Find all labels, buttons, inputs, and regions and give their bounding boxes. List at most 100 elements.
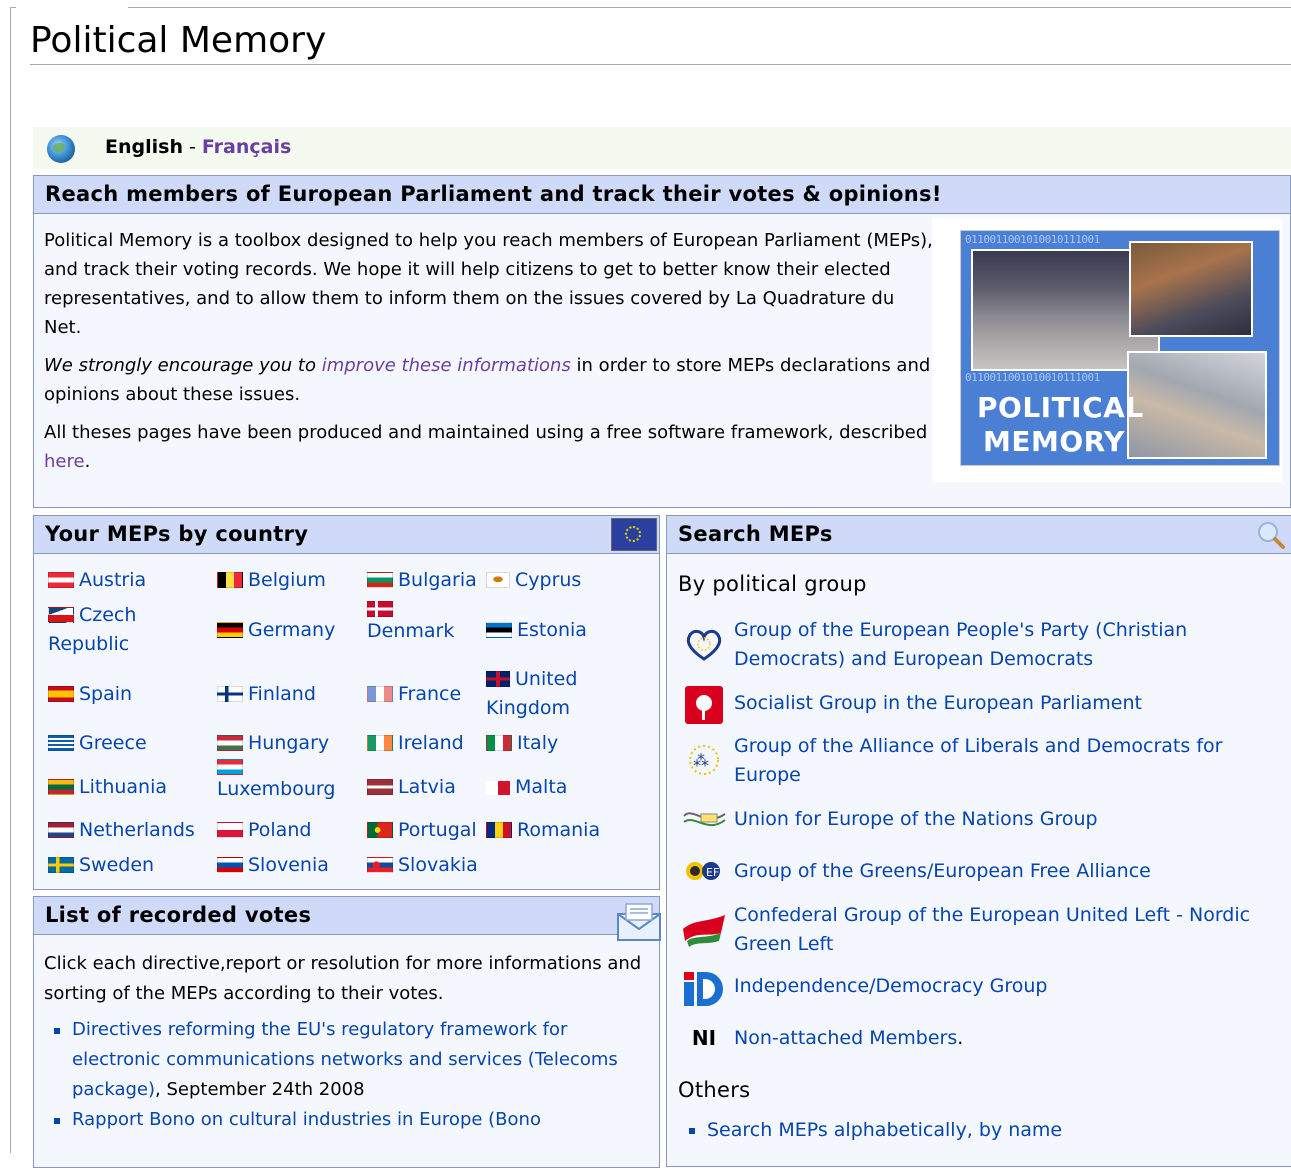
votes-content: Click each directive,report or resolutio… <box>44 949 644 1135</box>
group-link-greens[interactable]: Group of the Greens/European Free Allian… <box>734 857 1151 886</box>
country-link-estonia[interactable]: Estonia <box>486 616 587 645</box>
search-box: Search MEPs By political group Group of … <box>666 515 1291 1167</box>
group-link-epp[interactable]: Group of the European People's Party (Ch… <box>734 616 1274 674</box>
greece-flag-icon <box>48 735 74 751</box>
country-label: Portugal <box>398 819 477 841</box>
group-link-alde[interactable]: Group of the Alliance of Liberals and De… <box>734 732 1274 790</box>
country-link-bulgaria[interactable]: Bulgaria <box>367 566 477 595</box>
denmark-flag-icon <box>367 601 393 617</box>
sweden-flag-icon <box>48 857 74 873</box>
country-link-germany[interactable]: Germany <box>217 616 335 645</box>
framework-here-link[interactable]: here <box>44 451 85 472</box>
country-label: Netherlands <box>79 819 195 841</box>
epp-heart-icon <box>681 624 727 664</box>
slovenia-flag-icon <box>217 857 243 873</box>
portugal-flag-icon <box>367 822 393 838</box>
language-link-french[interactable]: Français <box>202 136 291 158</box>
votes-intro: Click each directive,report or resolutio… <box>44 953 642 1004</box>
romania-flag-icon <box>486 822 512 838</box>
italy-flag-icon <box>486 735 512 751</box>
language-switcher: English - Français <box>105 132 291 162</box>
estonia-flag-icon <box>486 622 512 638</box>
votes-list: Directives reforming the EU's regulatory… <box>44 1015 644 1135</box>
country-label: Hungary <box>248 732 330 754</box>
country-label: Greece <box>79 732 147 754</box>
others-heading: Others <box>678 1078 751 1102</box>
country-link-latvia[interactable]: Latvia <box>367 773 456 802</box>
country-link-greece[interactable]: Greece <box>48 729 147 758</box>
country-link-slovakia[interactable]: Slovakia <box>367 851 478 880</box>
frame-tab-gap <box>16 6 128 9</box>
country-link-italy[interactable]: Italy <box>486 729 558 758</box>
country-link-romania[interactable]: Romania <box>486 816 600 845</box>
others-list: Search MEPs alphabetically, by name <box>688 1115 1062 1145</box>
logo-binary-mid: 0110011001010010111001 <box>965 371 1100 384</box>
uk-flag-icon <box>486 671 510 687</box>
improve-informations-link[interactable]: improve these informations <box>322 355 571 376</box>
countries-heading-label: Your MEPs by country <box>45 522 309 546</box>
group-link-ind-dem[interactable]: Independence/Democracy Group <box>734 972 1047 1001</box>
intro-paragraph-1: Political Memory is a toolbox designed t… <box>44 230 933 338</box>
country-link-spain[interactable]: Spain <box>48 680 132 709</box>
country-label: Sweden <box>79 854 155 876</box>
country-link-belgium[interactable]: Belgium <box>217 566 326 595</box>
intro-text: Political Memory is a toolbox designed t… <box>44 226 934 485</box>
svg-text:EF: EF <box>706 866 719 879</box>
country-link-sweden[interactable]: Sweden <box>48 851 154 880</box>
country-link-denmark[interactable]: Denmark <box>367 601 477 646</box>
cyprus-flag-icon <box>486 572 510 588</box>
ireland-flag-icon <box>367 735 393 751</box>
country-link-portugal[interactable]: Portugal <box>367 816 477 845</box>
country-link-france[interactable]: France <box>367 680 461 709</box>
country-label: Belgium <box>248 569 326 591</box>
vote-list-item: Directives reforming the EU's regulatory… <box>54 1015 644 1105</box>
group-link-pes[interactable]: Socialist Group in the European Parliame… <box>734 689 1142 718</box>
political-memory-logo: 0110011001010010111001 01100110010100101… <box>960 230 1280 466</box>
netherlands-flag-icon <box>48 822 74 838</box>
intro-p2-prefix: We strongly encourage you to <box>44 355 322 376</box>
country-label: Malta <box>515 776 568 798</box>
country-link-austria[interactable]: Austria <box>48 566 146 595</box>
austria-flag-icon <box>48 572 74 588</box>
country-link-netherlands[interactable]: Netherlands <box>48 816 195 845</box>
intro-paragraph-3: All theses pages have been produced and … <box>44 418 934 476</box>
search-alphabetically-link[interactable]: Search MEPs alphabetically, by name <box>707 1119 1062 1141</box>
country-label: Slovakia <box>398 854 478 876</box>
country-link-poland[interactable]: Poland <box>217 816 311 845</box>
frame-left-border <box>10 7 11 1153</box>
country-link-slovenia[interactable]: Slovenia <box>217 851 329 880</box>
intro-heading: Reach members of European Parliament and… <box>34 176 1290 214</box>
country-link-finland[interactable]: Finland <box>217 680 316 709</box>
country-link-czech-republic[interactable]: Czech Republic <box>48 601 198 659</box>
malta-flag-icon <box>486 781 510 795</box>
country-link-lithuania[interactable]: Lithuania <box>48 773 167 802</box>
group-link-gue[interactable]: Confederal Group of the European United … <box>734 901 1274 959</box>
page-title: Political Memory <box>30 18 1291 65</box>
country-link-united-kingdom[interactable]: United Kingdom <box>486 665 626 723</box>
pes-rose-icon <box>681 685 727 725</box>
bulgaria-flag-icon <box>367 572 393 588</box>
country-link-malta[interactable]: Malta <box>486 773 567 802</box>
spain-flag-icon <box>48 686 74 702</box>
country-label: Luxembourg <box>217 778 336 800</box>
vote-link-bono-report[interactable]: Rapport Bono on cultural industries in E… <box>72 1109 541 1130</box>
country-link-luxembourg[interactable]: Luxembourg <box>217 759 357 804</box>
svg-text:⁂: ⁂ <box>693 751 709 770</box>
luxembourg-flag-icon <box>217 759 243 775</box>
language-current: English <box>105 136 183 158</box>
country-label: Lithuania <box>79 776 168 798</box>
ind-dem-logo-icon <box>681 968 727 1008</box>
search-heading: Search MEPs <box>667 516 1291 554</box>
country-label: Estonia <box>517 619 587 641</box>
non-attached-entry: Non-attached Members. <box>734 1024 963 1053</box>
magnifier-icon <box>1258 522 1285 549</box>
group-link-uen[interactable]: Union for Europe of the Nations Group <box>734 805 1098 834</box>
country-link-cyprus[interactable]: Cyprus <box>486 566 581 595</box>
country-label: Slovenia <box>248 854 329 876</box>
country-link-hungary[interactable]: Hungary <box>217 729 329 758</box>
group-link-non-attached[interactable]: Non-attached Members <box>734 1027 957 1049</box>
eu-flag-icon <box>611 518 657 551</box>
country-link-ireland[interactable]: Ireland <box>367 729 464 758</box>
country-label: Latvia <box>398 776 456 798</box>
country-label: Austria <box>79 569 147 591</box>
